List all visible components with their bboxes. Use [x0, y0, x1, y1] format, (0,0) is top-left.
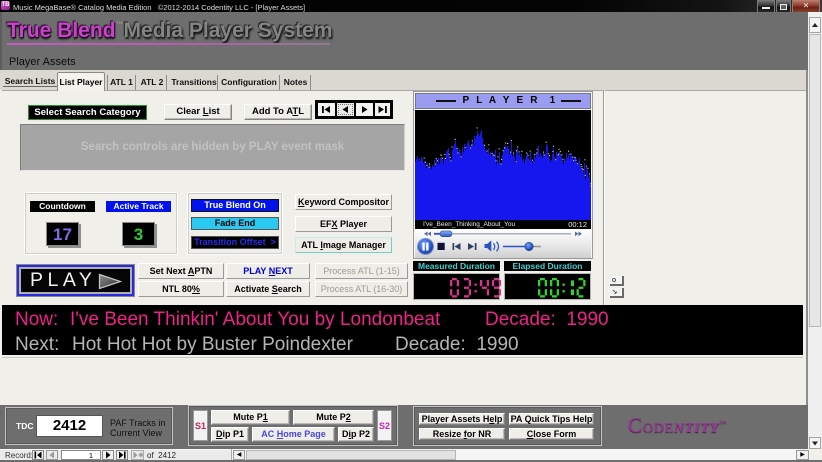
svg-text:✱: ✱: [138, 452, 143, 460]
